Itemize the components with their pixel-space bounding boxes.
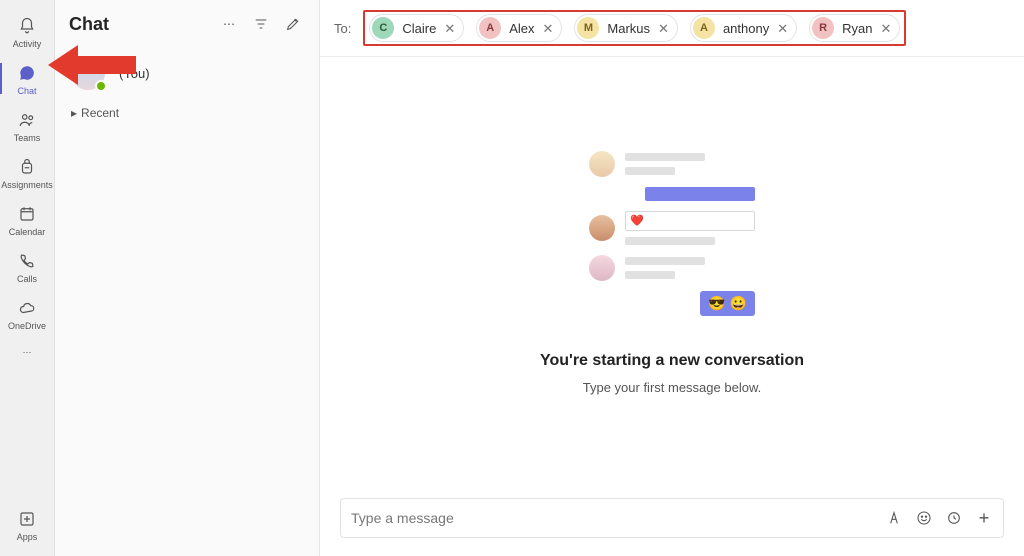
recipient-name: Ryan <box>842 21 872 36</box>
draft-label: (You) <box>119 66 150 81</box>
compose-toolbar: + <box>885 509 993 527</box>
recipient-name: Alex <box>509 21 534 36</box>
rail-chat[interactable]: Chat <box>0 55 54 102</box>
format-icon[interactable] <box>885 509 903 527</box>
recent-label: Recent <box>81 106 119 120</box>
illustration-avatar <box>589 255 615 281</box>
remove-icon[interactable]: ✕ <box>543 22 554 35</box>
app-rail: Activity Chat Teams Assignments Calendar… <box>0 0 55 556</box>
rail-label: Calendar <box>9 227 46 237</box>
recipient-name: anthony <box>723 21 769 36</box>
remove-icon[interactable]: ✕ <box>658 22 669 35</box>
remove-icon[interactable]: ✕ <box>777 22 788 35</box>
compose-box[interactable]: Type a message + <box>340 498 1004 538</box>
rail-label: Assignments <box>1 180 53 190</box>
chevron-right-icon: ▸ <box>71 106 77 120</box>
filter-icon[interactable] <box>249 12 273 36</box>
recipient-name: Markus <box>607 21 650 36</box>
illustration-avatar <box>589 215 615 241</box>
rail-teams[interactable]: Teams <box>0 102 54 149</box>
recipient-chip[interactable]: A anthony ✕ <box>690 14 797 42</box>
add-icon[interactable]: + <box>975 509 993 527</box>
avatar-initial: A <box>479 17 501 39</box>
rail-more[interactable]: ⋯ <box>0 337 54 367</box>
chat-list-header: Chat ⋯ <box>55 0 319 48</box>
panel-title: Chat <box>69 14 209 35</box>
illustration-avatar <box>589 151 615 177</box>
recipient-chip[interactable]: R Ryan ✕ <box>809 14 900 42</box>
rail-assignments[interactable]: Assignments <box>0 149 54 196</box>
avatar-initial: M <box>577 17 599 39</box>
apps-icon <box>16 508 38 530</box>
rail-label: Chat <box>17 86 36 96</box>
to-bar: To: C Claire ✕ A Alex ✕ M Markus ✕ A ant… <box>320 0 1024 57</box>
more-options-icon[interactable]: ⋯ <box>217 12 241 36</box>
people-icon <box>16 109 38 131</box>
message-input[interactable]: Type a message <box>351 510 875 526</box>
rail-label: OneDrive <box>8 321 46 331</box>
rail-calls[interactable]: Calls <box>0 243 54 290</box>
cloud-icon <box>16 297 38 319</box>
empty-illustration: ❤️ 😎 😀 <box>589 151 755 316</box>
empty-title: You're starting a new conversation <box>540 352 804 370</box>
rail-apps[interactable]: Apps <box>0 501 54 548</box>
emoji-icon[interactable] <box>915 509 933 527</box>
compose-area: Type a message + <box>320 488 1024 556</box>
new-chat-icon[interactable] <box>281 12 305 36</box>
rail-activity[interactable]: Activity <box>0 8 54 55</box>
remove-icon[interactable]: ✕ <box>880 22 891 35</box>
recipient-chip[interactable]: M Markus ✕ <box>574 14 678 42</box>
recipient-name: Claire <box>402 21 436 36</box>
bell-icon <box>16 15 38 37</box>
rail-label: Calls <box>17 274 37 284</box>
remove-icon[interactable]: ✕ <box>444 22 455 35</box>
reaction-icon[interactable] <box>945 509 963 527</box>
illustration-emoji: 😎 😀 <box>700 291 755 316</box>
avatar-initial: R <box>812 17 834 39</box>
recipient-chip[interactable]: C Claire ✕ <box>369 14 464 42</box>
draft-chat-row[interactable]: (You) <box>55 48 319 102</box>
rail-label: Activity <box>13 39 42 49</box>
avatar-initial: C <box>372 17 394 39</box>
rail-calendar[interactable]: Calendar <box>0 196 54 243</box>
recipient-chip[interactable]: A Alex ✕ <box>476 14 562 42</box>
more-icon: ⋯ <box>16 341 38 363</box>
empty-conversation: ❤️ 😎 😀 You're starting a new conversatio… <box>320 57 1024 488</box>
recipients-highlight: C Claire ✕ A Alex ✕ M Markus ✕ A anthony… <box>363 10 906 46</box>
avatar-initial: A <box>693 17 715 39</box>
to-label: To: <box>334 21 351 36</box>
chat-icon <box>16 62 38 84</box>
chat-list-panel: Chat ⋯ (You) ▸ Recent <box>55 0 320 556</box>
phone-icon <box>16 250 38 272</box>
presence-indicator <box>95 80 107 92</box>
rail-label: Apps <box>17 532 38 542</box>
recent-section-toggle[interactable]: ▸ Recent <box>55 102 319 124</box>
avatar <box>71 56 105 90</box>
rail-onedrive[interactable]: OneDrive <box>0 290 54 337</box>
calendar-icon <box>16 203 38 225</box>
backpack-icon <box>16 156 38 178</box>
empty-subtitle: Type your first message below. <box>583 380 761 395</box>
rail-label: Teams <box>14 133 41 143</box>
chat-main: To: C Claire ✕ A Alex ✕ M Markus ✕ A ant… <box>320 0 1024 556</box>
